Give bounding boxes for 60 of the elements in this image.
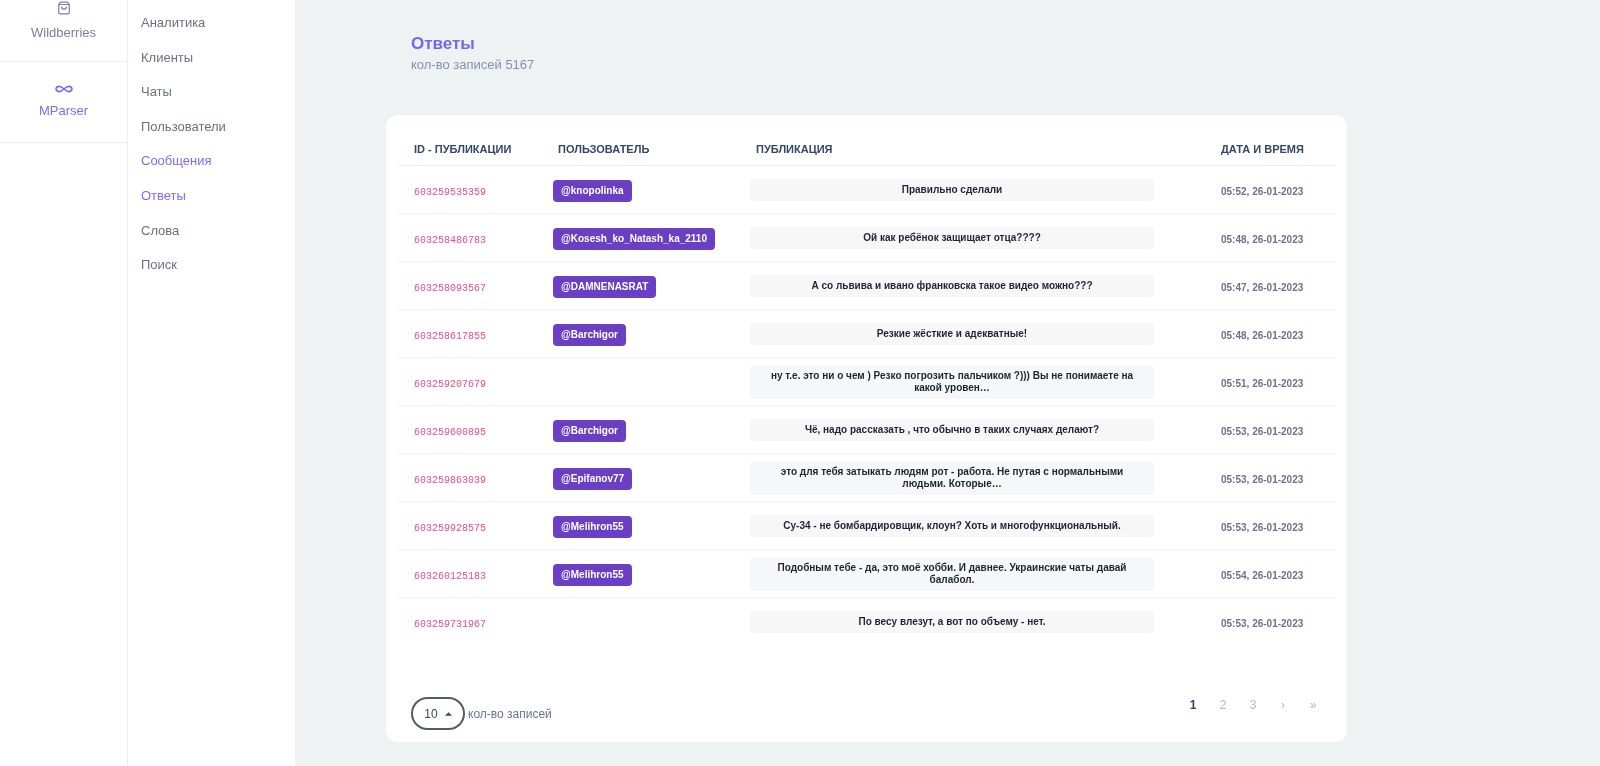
username-tag: @DAMNENASRAT (553, 275, 657, 298)
publication-text: А со львива и ивано франковска такое видео можно??? (750, 274, 1154, 297)
publication-text: Резкие жёсткие и адекватные! (750, 322, 1154, 345)
username-tag: @knopolinka (553, 179, 632, 202)
column-header: ПОЛЬЗОВАТЕЛЬ (558, 142, 650, 155)
sidebar-app-link[interactable]: MParser (0, 62, 127, 143)
nav-link[interactable]: Сообщения (128, 143, 295, 179)
nav-link[interactable]: Чаты (128, 74, 295, 110)
column-header: ПУБЛИКАЦИЯ (756, 142, 833, 155)
username-tag: @Kosesh_ko_Natash_ka_2110 (553, 227, 715, 250)
publication-text: Су-34 - не бомбардировщик, клоун? Хоть и многофункциональный. (750, 514, 1154, 537)
page-size-label: кол-во записей (468, 705, 552, 723)
publication-id: 603260125183 (414, 570, 486, 582)
date-time: 05:48, 26-01-2023 (1221, 329, 1304, 341)
column-header: ДАТА И ВРЕМЯ (1221, 142, 1304, 155)
date-time: 05:48, 26-01-2023 (1221, 233, 1304, 245)
date-time: 05:53, 26-01-2023 (1221, 425, 1304, 437)
bag-icon (56, 1, 71, 15)
date-time: 05:51, 26-01-2023 (1221, 377, 1304, 389)
publication-id: 603258093567 (414, 282, 486, 294)
publication-text: Правильно сделали (750, 178, 1154, 201)
publication-text: Подобным тебе - да, это моё хобби. И давнее. Украинские чаты давай балабол. (750, 556, 1154, 591)
page-size-select[interactable]: 10 (411, 697, 465, 730)
publication-id: 603259863039 (414, 474, 486, 486)
page-link[interactable]: 1 (1178, 697, 1208, 713)
nav-link[interactable]: Слова (128, 213, 295, 248)
publication-id: 603259535359 (414, 186, 486, 198)
publication-text: По весу влезут, а вот по объему - нет. (750, 611, 1154, 633)
publication-id: 603259207679 (414, 378, 486, 390)
publication-id: 603258617855 (414, 330, 486, 342)
record-count: кол-во записей 5167 (411, 56, 536, 74)
date-time: 05:53, 26-01-2023 (1221, 473, 1304, 485)
publication-text: Ой как ребёнок защищает отца???? (750, 226, 1154, 249)
publication-id: 603258486783 (414, 234, 486, 246)
username-tag: @Barchigor (553, 323, 626, 346)
sidebar-app-link[interactable]: Wildberries (0, 0, 127, 62)
username-tag: @Melihron55 (553, 563, 632, 586)
infinity-icon (54, 85, 73, 93)
nav-link[interactable]: Клиенты (128, 40, 295, 75)
publication-text: ну т.е. это ни о чем ) Резко погрозить пальчиком ?))) Вы не понимаете на какой уровен… (750, 364, 1154, 399)
nav-link[interactable]: Пользователи (128, 109, 295, 144)
page-title: Ответы (411, 33, 476, 55)
nav-link[interactable]: Ответы (128, 178, 295, 214)
date-time: 05:52, 26-01-2023 (1221, 185, 1304, 197)
nav-link[interactable]: Поиск (128, 247, 295, 283)
date-time: 05:53, 26-01-2023 (1221, 521, 1304, 533)
username-tag: @Epifanov77 (553, 467, 633, 490)
date-time: 05:47, 26-01-2023 (1221, 281, 1304, 293)
publication-id: 603259928575 (414, 522, 486, 534)
date-time: 05:54, 26-01-2023 (1221, 569, 1304, 581)
username-tag: @Melihron55 (553, 515, 632, 538)
column-header: ID - ПУБЛИКАЦИИ (414, 142, 512, 155)
username-tag: @Barchigor (553, 419, 626, 442)
date-time: 05:53, 26-01-2023 (1221, 618, 1304, 629)
publication-text: Чё, надо рассказать , что обычно в таких случаях делают? (750, 418, 1154, 441)
publication-id: 603259600895 (414, 426, 486, 438)
publication-id: 603259731967 (414, 619, 486, 630)
nav-link[interactable]: Аналитика (128, 5, 295, 41)
caret-up-icon (444, 711, 452, 716)
publication-text: это для тебя затыкать людям рот - работа. Не путая с нормальными людьми. Которые… (750, 460, 1154, 495)
